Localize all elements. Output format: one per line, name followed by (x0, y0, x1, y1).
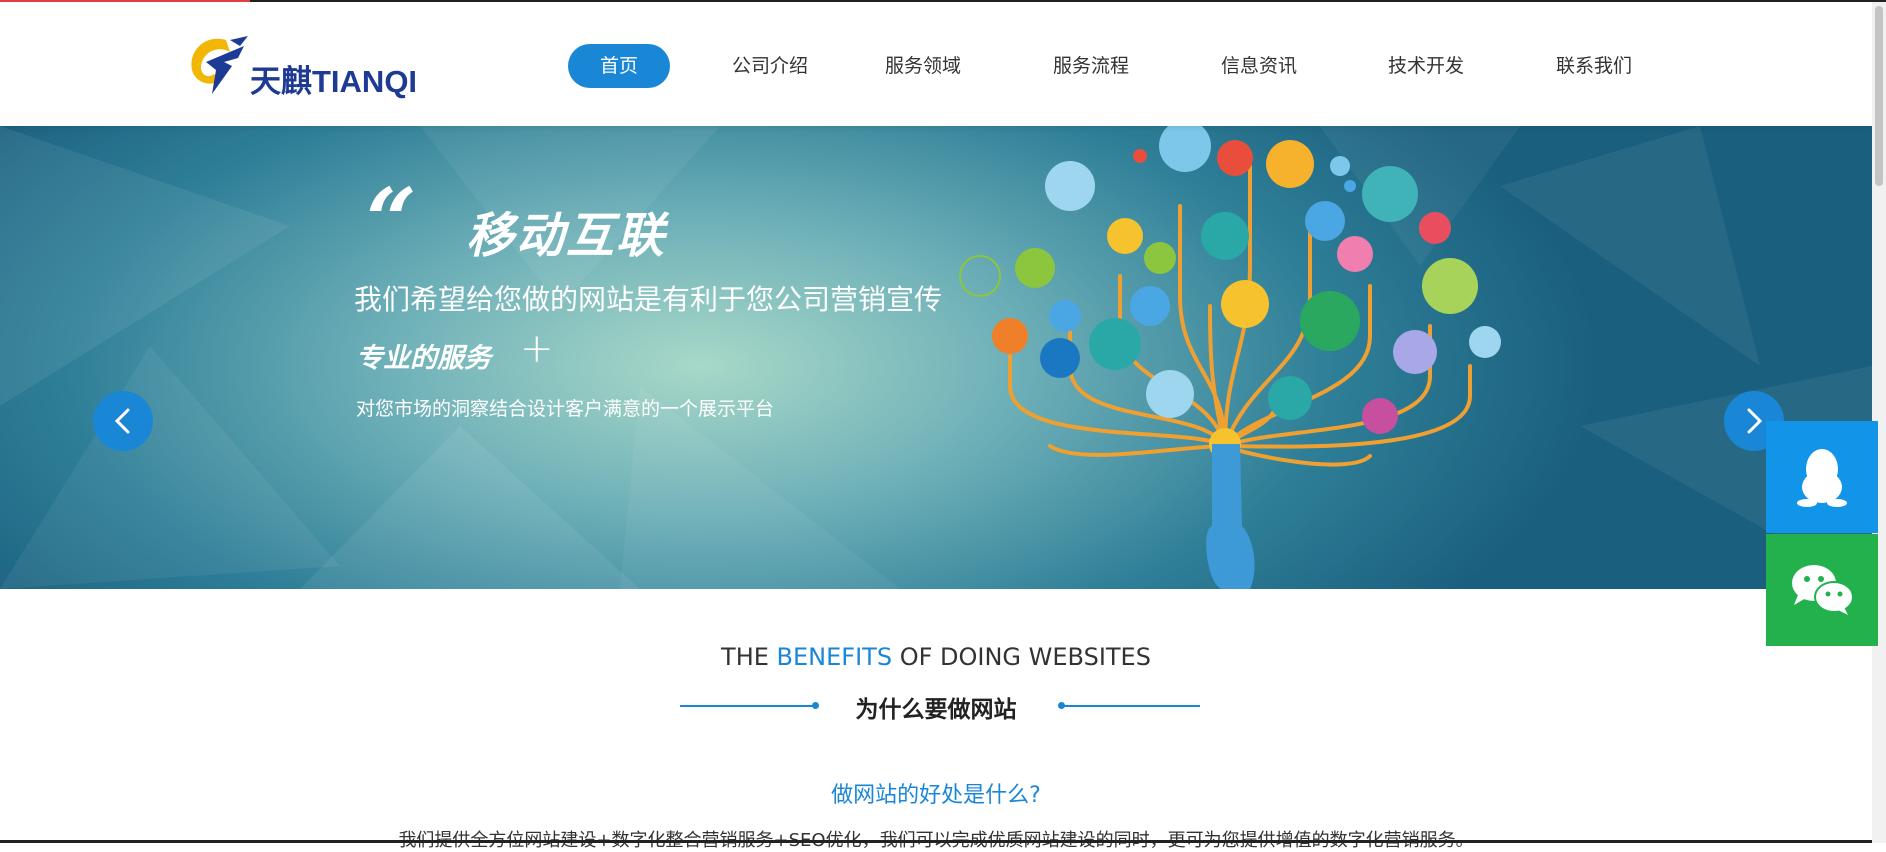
benefits-chinese-heading: 为什么要做网站 (855, 697, 1017, 723)
banner-quote-mark: “ (366, 168, 417, 272)
nav-item-contact[interactable]: 联系我们 (1551, 44, 1637, 88)
nav-item-services[interactable]: 服务领域 (880, 44, 966, 88)
site-logo[interactable]: 天麒TIANQI (186, 32, 446, 102)
benefits-highlight: BENEFITS (776, 643, 893, 671)
nav-item-news[interactable]: 信息资讯 (1216, 44, 1302, 88)
nav-item-home[interactable]: 首页 (568, 44, 670, 88)
nav-item-tech[interactable]: 技术开发 (1383, 44, 1469, 88)
logo-text: 天麒TIANQI (250, 64, 418, 99)
heading-divider-right (1060, 705, 1200, 707)
chevron-left-icon (114, 408, 130, 434)
benefits-suffix: OF DOING WEBSITES (892, 643, 1151, 671)
banner-plus: + (520, 326, 554, 372)
qq-contact-button[interactable] (1766, 421, 1878, 533)
nav-item-about[interactable]: 公司介绍 (732, 44, 808, 88)
banner-title: 移动互联 (466, 208, 667, 264)
wechat-contact-button[interactable] (1766, 534, 1878, 646)
banner-subtitle: 我们希望给您做的网站是有利于您公司营销宣传 (354, 283, 943, 316)
wechat-icon (1792, 565, 1854, 615)
scrollbar-thumb[interactable] (1875, 6, 1883, 186)
banner-service-text: 专业的服务 (356, 343, 491, 374)
banner-background-shapes (0, 126, 1872, 589)
benefits-english-heading: THE BENEFITS OF DOING WEBSITES (0, 643, 1872, 671)
banner-prev-button[interactable] (93, 391, 153, 451)
qq-penguin-icon (1797, 449, 1847, 507)
chevron-right-icon (1747, 408, 1763, 434)
network-tree-illustration (959, 126, 1501, 589)
hero-banner: “ 移动互联 我们希望给您做的网站是有利于您公司营销宣传 专业的服务 + 对您市… (0, 126, 1872, 589)
banner-description: 对您市场的洞察结合设计客户满意的一个展示平台 (356, 398, 775, 420)
logo-mark-icon (191, 36, 248, 94)
benefits-question: 做网站的好处是什么? (831, 783, 1041, 808)
site-header: 天麒TIANQI 首页 公司介绍 服务领域 服务流程 信息资讯 技术开发 联系我… (0, 2, 1872, 126)
nav-item-process[interactable]: 服务流程 (1048, 44, 1134, 88)
benefits-description: 我们提供全方位网站建设+数字化整合营销服务+SEO优化，我们可以完成优质网站建设… (398, 830, 1474, 851)
benefits-prefix: THE (721, 643, 777, 671)
main-nav: 首页 公司介绍 服务领域 服务流程 信息资讯 技术开发 联系我们 (568, 44, 1637, 88)
